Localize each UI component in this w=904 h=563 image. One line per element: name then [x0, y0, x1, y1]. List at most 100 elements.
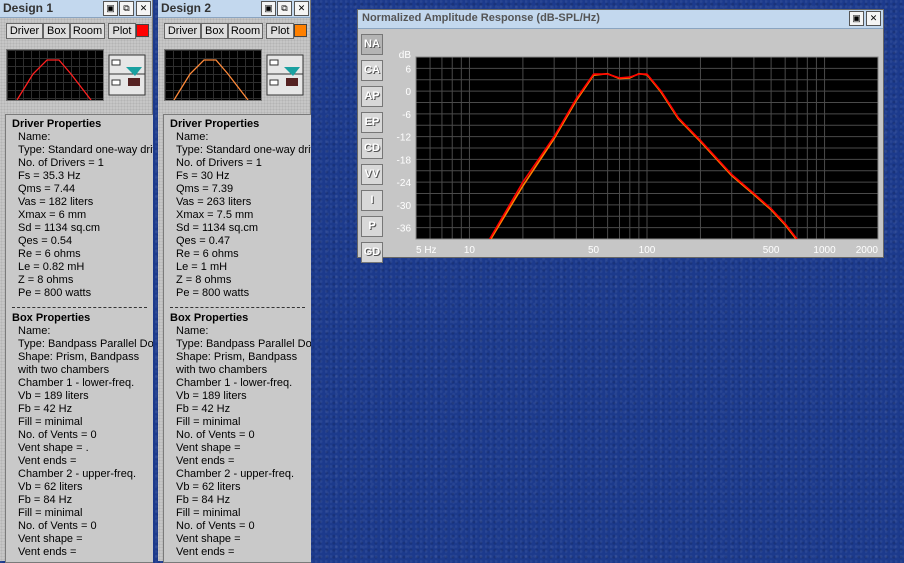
- property-line: Sd = 1134 sq.cm: [18, 222, 101, 234]
- tab-box[interactable]: Box: [201, 23, 228, 39]
- property-line: Vent shape =: [176, 533, 241, 545]
- property-line: No. of Vents = 0: [18, 520, 97, 532]
- restore-button[interactable]: ⧉: [277, 1, 292, 16]
- x-tick-label: 5 Hz: [416, 245, 437, 256]
- thumbnail-curve: [16, 59, 92, 101]
- property-line: No. of Vents = 0: [176, 429, 255, 441]
- driver-properties-heading: Driver Properties: [170, 118, 260, 130]
- property-line: Fs = 35.3 Hz: [18, 170, 81, 182]
- tab-plot[interactable]: Plot: [108, 23, 136, 39]
- chart-type-p-button[interactable]: P: [361, 216, 383, 237]
- chart-window-titlebar[interactable]: Normalized Amplitude Response (dB-SPL/Hz…: [358, 10, 883, 29]
- close-button[interactable]: ✕: [866, 11, 881, 26]
- tab-room[interactable]: Room: [228, 23, 263, 39]
- chart-type-ap-button[interactable]: AP: [361, 86, 383, 107]
- section-divider: [12, 307, 147, 308]
- property-line: Fill = minimal: [18, 416, 83, 428]
- close-button[interactable]: ✕: [294, 1, 309, 16]
- property-line: No. of Vents = 0: [18, 429, 97, 441]
- minimize-button[interactable]: ▣: [261, 1, 276, 16]
- tab-driver[interactable]: Driver: [164, 23, 201, 39]
- y-axis-label: dB: [399, 50, 412, 61]
- design-2-properties: Driver Properties Name: Type: Standard o…: [163, 114, 311, 563]
- tab-box[interactable]: Box: [43, 23, 70, 39]
- property-line: Z = 8 ohms: [176, 274, 232, 286]
- driver-properties-heading: Driver Properties: [12, 118, 102, 130]
- design-2-tabs: Driver Box Room Plot: [161, 23, 307, 39]
- property-line: Fill = minimal: [18, 507, 83, 519]
- property-line: Name:: [176, 325, 209, 337]
- property-line: Sd = 1134 sq.cm: [176, 222, 259, 234]
- property-line: Vb = 189 liters: [18, 390, 89, 402]
- property-line: Qms = 7.39: [176, 183, 234, 195]
- property-line: with two chambers: [18, 364, 110, 376]
- bandpass-box-icon: [108, 54, 146, 96]
- design-2-titlebar: Design 2 ▣ ⧉ ✕: [158, 0, 310, 18]
- box-properties-heading: Box Properties: [12, 312, 91, 324]
- property-line: Shape: Prism, Bandpass: [18, 351, 140, 363]
- close-button[interactable]: ✕: [136, 1, 151, 16]
- property-line: Fill = minimal: [176, 507, 241, 519]
- property-line: Vent shape =: [18, 533, 83, 545]
- property-line: Le = 1 mH: [176, 261, 228, 273]
- chart-type-na-button[interactable]: NA: [361, 34, 383, 55]
- property-line: Le = 0.82 mH: [18, 261, 85, 273]
- property-line: Type: Bandpass Parallel Dou: [176, 338, 311, 350]
- amplitude-response-chart[interactable]: 6 0 -6 -12 -18 -24 -30 -36 dB 5 Hz 10 50 100 500 1000 2…: [386, 33, 880, 256]
- property-line: Chamber 1 - lower-freq.: [18, 377, 135, 389]
- x-tick-label: 10: [464, 245, 476, 256]
- chart-type-cd-button[interactable]: CD: [361, 138, 383, 159]
- property-line: with two chambers: [176, 364, 268, 376]
- chart-type-i-button[interactable]: I: [361, 190, 383, 211]
- x-tick-label: 50: [588, 245, 600, 256]
- chart-type-ep-button[interactable]: EP: [361, 112, 383, 133]
- y-tick-label: 0: [405, 87, 411, 98]
- property-line: Vent shape =: [176, 442, 241, 454]
- x-tick-label: 100: [639, 245, 656, 256]
- restore-button[interactable]: ⧉: [119, 1, 134, 16]
- chart-type-gd-button[interactable]: GD: [361, 242, 383, 263]
- property-line: Name:: [18, 325, 51, 337]
- minimize-button[interactable]: ▣: [103, 1, 118, 16]
- property-line: Vent ends =: [176, 455, 235, 467]
- property-line: No. of Drivers = 1: [18, 157, 104, 169]
- design-1-thumbnail-plot[interactable]: [6, 49, 104, 101]
- property-line: Name:: [176, 131, 209, 143]
- tab-driver[interactable]: Driver: [6, 23, 43, 39]
- property-line: Qms = 7.44: [18, 183, 76, 195]
- section-divider: [170, 307, 305, 308]
- property-line: Vas = 263 liters: [176, 196, 252, 208]
- property-line: Fb = 42 Hz: [176, 403, 231, 415]
- design-2-thumbnail-plot[interactable]: [164, 49, 262, 101]
- chart-window-title: Normalized Amplitude Response (dB-SPL/Hz…: [362, 12, 600, 24]
- tab-room[interactable]: Room: [70, 23, 105, 39]
- chart-type-ca-button[interactable]: CA: [361, 60, 383, 81]
- tab-plot[interactable]: Plot: [266, 23, 294, 39]
- property-line: Fb = 84 Hz: [176, 494, 231, 506]
- box-properties-heading: Box Properties: [170, 312, 249, 324]
- y-tick-label: -30: [397, 201, 412, 212]
- x-tick-label: 2000: [856, 245, 879, 256]
- property-line: Fill = minimal: [176, 416, 241, 428]
- property-line: Fb = 84 Hz: [18, 494, 73, 506]
- property-line: Re = 6 ohms: [176, 248, 239, 260]
- minimize-button[interactable]: ▣: [849, 11, 864, 26]
- property-line: Type: Standard one-way driv: [176, 144, 311, 156]
- y-tick-label: -18: [397, 155, 412, 166]
- chart-type-vv-button[interactable]: VV: [361, 164, 383, 185]
- property-line: No. of Drivers = 1: [176, 157, 262, 169]
- y-tick-label: 6: [405, 64, 411, 75]
- design-1-panel: Design 1 ▣ ⧉ ✕ Driver Box Room Plot Driv…: [0, 0, 153, 563]
- property-line: Type: Standard one-way driv: [18, 144, 153, 156]
- bandpass-box-icon: [266, 54, 304, 96]
- design-1-properties: Driver Properties Name: Type: Standard o…: [5, 114, 153, 563]
- design-color-swatch[interactable]: [136, 24, 149, 37]
- property-line: Chamber 2 - upper-freq.: [18, 468, 136, 480]
- property-line: Vent shape = .: [18, 442, 89, 454]
- design-2-title: Design 2: [161, 1, 212, 15]
- thumbnail-curve: [173, 59, 249, 101]
- design-color-swatch[interactable]: [294, 24, 307, 37]
- property-line: Vent ends =: [18, 546, 77, 558]
- property-line: Qes = 0.54: [18, 235, 73, 247]
- property-line: Fb = 42 Hz: [18, 403, 73, 415]
